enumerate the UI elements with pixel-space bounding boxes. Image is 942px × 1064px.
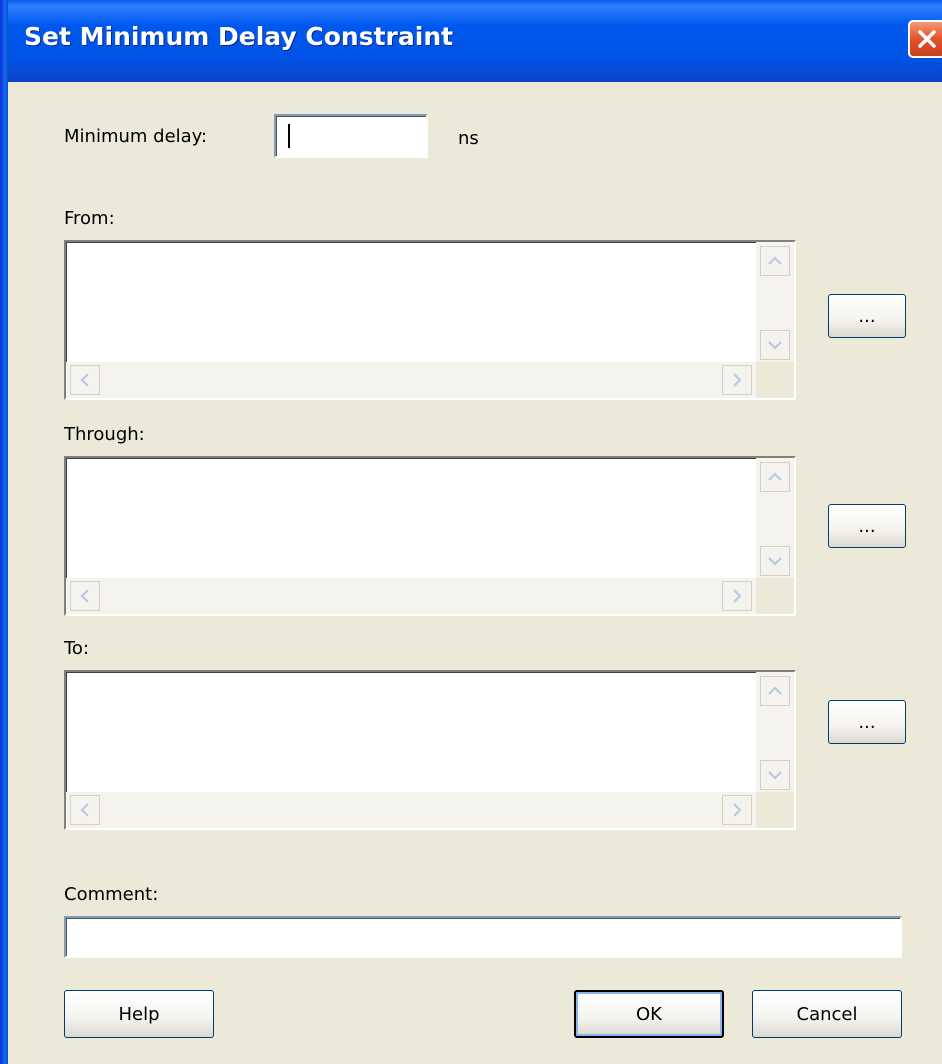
title-bar[interactable]: Set Minimum Delay Constraint [0, 0, 942, 82]
dialog-title: Set Minimum Delay Constraint [24, 22, 454, 51]
cancel-button[interactable]: Cancel [752, 990, 902, 1038]
text-caret [288, 124, 290, 148]
scroll-right-arrow-icon [733, 373, 742, 387]
to-listbox[interactable] [64, 670, 796, 830]
comment-label: Comment: [64, 884, 159, 905]
scroll-left-arrow-icon [80, 373, 89, 387]
from-label: From: [64, 208, 115, 229]
close-button[interactable] [908, 20, 942, 58]
from-vertical-scrollbar[interactable] [756, 242, 794, 362]
scroll-up-arrow-icon [768, 256, 782, 265]
min-delay-unit: ns [458, 128, 479, 149]
from-scroll-right-button[interactable] [722, 365, 752, 395]
min-delay-label: Minimum delay: [64, 126, 208, 147]
scroll-right-arrow-icon [733, 589, 742, 603]
to-horizontal-scrollbar[interactable] [66, 792, 756, 828]
through-listbox[interactable] [64, 456, 796, 616]
scroll-down-arrow-icon [768, 771, 782, 780]
through-scroll-down-button[interactable] [760, 546, 790, 576]
scroll-down-arrow-icon [768, 341, 782, 350]
min-delay-input[interactable] [274, 114, 428, 158]
scroll-up-arrow-icon [768, 472, 782, 481]
to-vertical-scrollbar[interactable] [756, 672, 794, 792]
from-scroll-left-button[interactable] [70, 365, 100, 395]
scroll-right-arrow-icon [733, 803, 742, 817]
window-border [0, 0, 8, 1064]
scrollbar-corner [756, 362, 794, 398]
from-scroll-up-button[interactable] [760, 246, 790, 276]
comment-field[interactable] [66, 918, 900, 956]
to-label: To: [64, 638, 90, 659]
from-listbox[interactable] [64, 240, 796, 400]
scroll-up-arrow-icon [768, 686, 782, 695]
to-scroll-down-button[interactable] [760, 760, 790, 790]
min-delay-field[interactable] [276, 116, 426, 156]
scroll-left-arrow-icon [80, 803, 89, 817]
dialog-window: Set Minimum Delay Constraint Minimum del… [0, 0, 942, 1064]
through-scroll-left-button[interactable] [70, 581, 100, 611]
through-browse-button[interactable]: ... [828, 504, 906, 548]
scroll-left-arrow-icon [80, 589, 89, 603]
from-browse-button[interactable]: ... [828, 294, 906, 338]
to-browse-button[interactable]: ... [828, 700, 906, 744]
comment-input[interactable] [64, 916, 902, 958]
through-scroll-right-button[interactable] [722, 581, 752, 611]
through-horizontal-scrollbar[interactable] [66, 578, 756, 614]
through-scroll-up-button[interactable] [760, 462, 790, 492]
through-vertical-scrollbar[interactable] [756, 458, 794, 578]
to-scroll-left-button[interactable] [70, 795, 100, 825]
scrollbar-corner [756, 792, 794, 828]
close-icon [918, 30, 936, 48]
to-scroll-right-button[interactable] [722, 795, 752, 825]
scroll-down-arrow-icon [768, 557, 782, 566]
to-scroll-up-button[interactable] [760, 676, 790, 706]
through-label: Through: [64, 424, 145, 445]
ok-button[interactable]: OK [574, 990, 724, 1038]
from-horizontal-scrollbar[interactable] [66, 362, 756, 398]
help-button[interactable]: Help [64, 990, 214, 1038]
scrollbar-corner [756, 578, 794, 614]
from-scroll-down-button[interactable] [760, 330, 790, 360]
